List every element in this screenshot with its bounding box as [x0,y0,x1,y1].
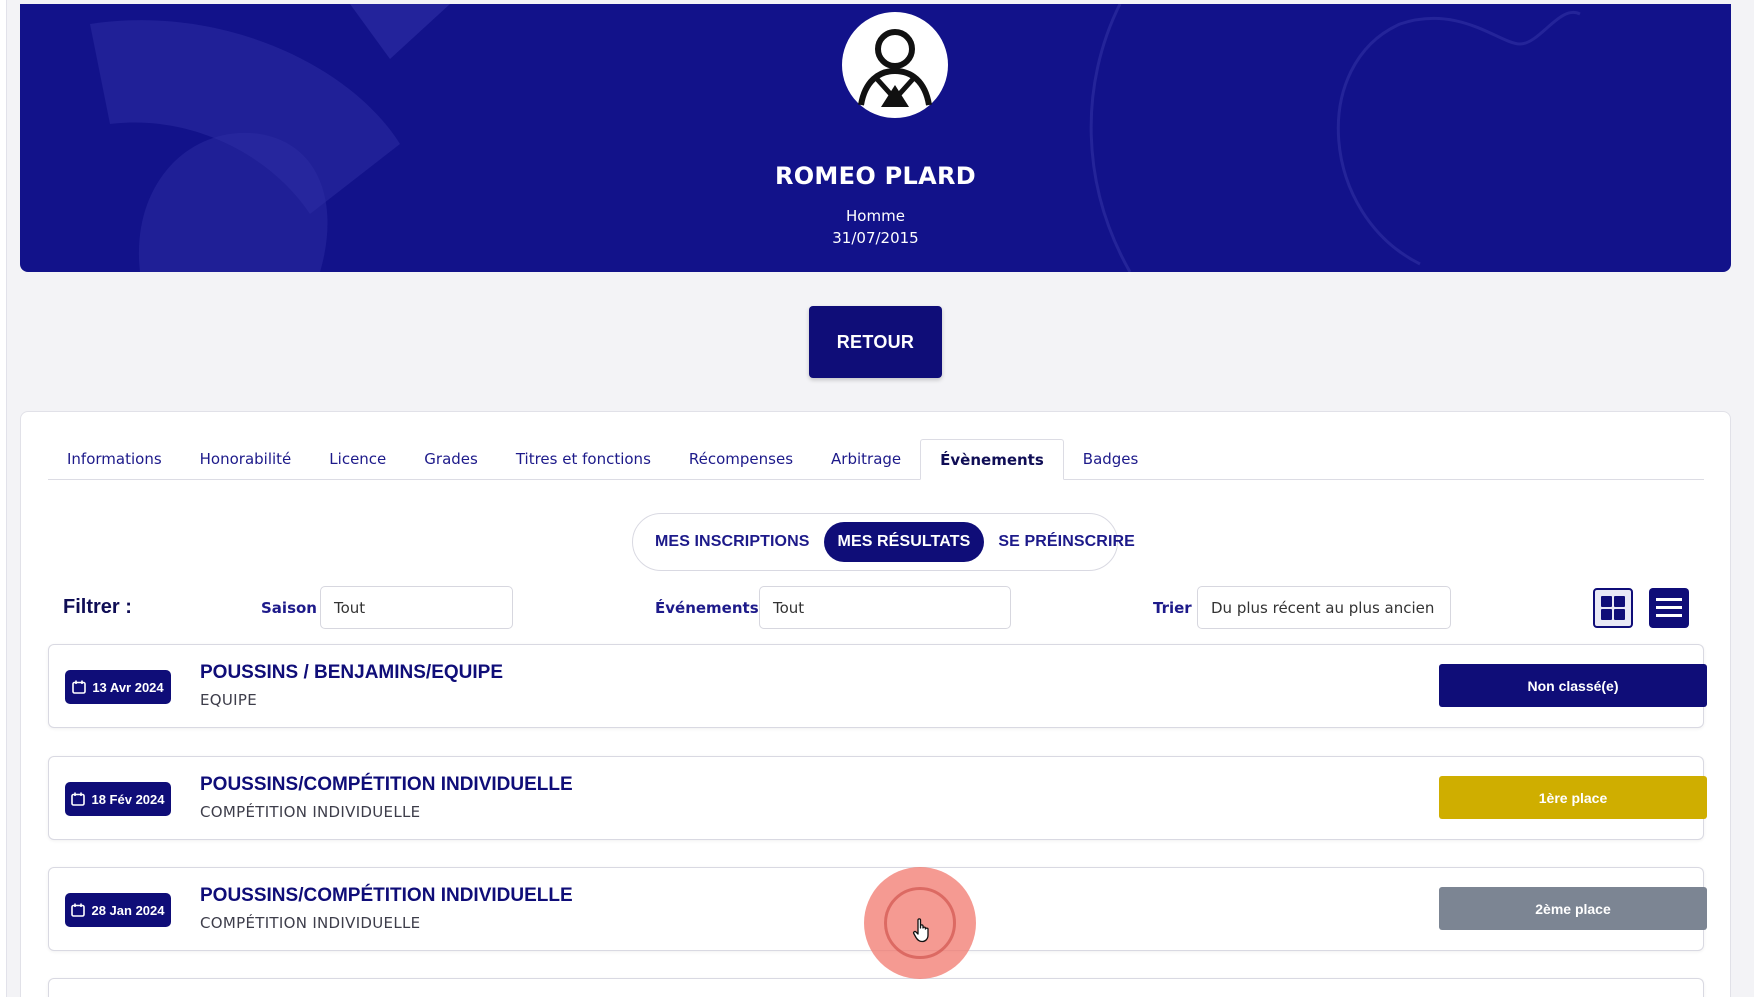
list-view-icon[interactable] [1649,588,1689,628]
event-title[interactable]: POUSSINS/COMPÉTITION INDIVIDUELLE [200,885,573,907]
profile-gender: Homme [846,207,905,225]
event-category: COMPÉTITION INDIVIDUELLE [200,803,421,821]
event-date-badge: 18 Fév 2024 [65,782,171,816]
event-result-badge: Non classé(e) [1439,664,1707,707]
profile-birthdate: 31/07/2015 [832,229,919,247]
event-title[interactable]: POUSSINS / BENJAMINS/EQUIPE [200,662,503,684]
hand-cursor-icon [912,918,929,943]
event-date-badge: 28 Jan 2024 [65,893,171,927]
events-filter-label: Événements [655,599,759,617]
filter-row: Filtrer : Saison Tout Événements Tout Tr… [21,586,1732,630]
event-date-badge: 13 Avr 2024 [65,670,171,704]
results-segmented-control: MES INSCRIPTIONS MES RÉSULTATS SE PRÉINS… [632,513,1135,571]
segment-se-preinscrire[interactable]: SE PRÉINSCRIRE [984,522,1149,562]
tab-informations[interactable]: Informations [48,439,181,479]
tab-grades[interactable]: Grades [405,439,497,479]
sort-select[interactable]: Du plus récent au plus ancien [1197,586,1451,629]
event-date: 13 Avr 2024 [92,679,164,695]
calendar-icon [71,903,86,917]
cursor-click-indicator [864,867,976,979]
tab-licence[interactable]: Licence [310,439,405,479]
calendar-icon [71,792,86,806]
event-row[interactable]: 13 Avr 2024 POUSSINS / BENJAMINS/EQUIPE … [48,644,1707,728]
event-row[interactable]: 18 Fév 2024 POUSSINS/COMPÉTITION INDIVID… [48,756,1707,840]
event-row-partial[interactable] [48,978,1704,997]
profile-banner: ROMEO PLARD Homme 31/07/2015 [20,4,1731,272]
tab-honorabilite[interactable]: Honorabilité [181,439,311,479]
tab-titres-et-fonctions[interactable]: Titres et fonctions [497,439,670,479]
season-label: Saison [261,599,317,617]
event-category: COMPÉTITION INDIVIDUELLE [200,914,421,932]
sort-label: Trier [1153,599,1192,617]
segment-mes-resultats[interactable]: MES RÉSULTATS [823,522,985,562]
tab-badges[interactable]: Badges [1064,439,1158,479]
event-date: 18 Fév 2024 [91,791,165,807]
calendar-icon [72,680,87,694]
season-select[interactable]: Tout [320,586,513,629]
event-date: 28 Jan 2024 [91,902,165,918]
events-select[interactable]: Tout [759,586,1011,629]
filter-title: Filtrer : [63,596,132,618]
grid-view-icon[interactable] [1593,588,1633,628]
tab-bar: Informations Honorabilité Licence Grades… [48,439,1704,480]
event-result-badge: 1ère place [1439,776,1707,819]
back-button[interactable]: RETOUR [809,306,942,378]
event-category: EQUIPE [200,691,258,709]
event-title[interactable]: POUSSINS/COMPÉTITION INDIVIDUELLE [200,774,573,796]
tab-evenements[interactable]: Évènements [920,439,1064,480]
tab-arbitrage[interactable]: Arbitrage [812,439,920,479]
left-rail [0,0,7,997]
tab-recompenses[interactable]: Récompenses [670,439,812,479]
segment-mes-inscriptions[interactable]: MES INSCRIPTIONS [641,522,824,562]
event-result-badge: 2ème place [1439,887,1707,930]
profile-name: ROMEO PLARD [774,162,977,190]
user-avatar-icon [842,12,948,118]
